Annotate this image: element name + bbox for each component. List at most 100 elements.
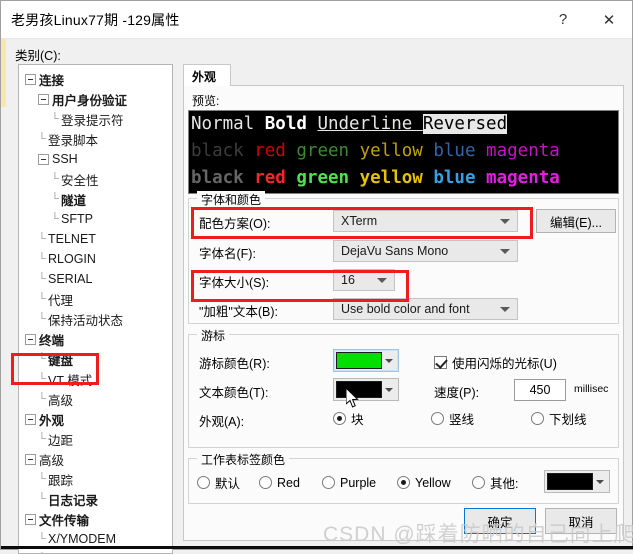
radio-button[interactable]	[197, 476, 210, 489]
preview-segment-0: Normal	[191, 114, 265, 134]
tab-color-option-0[interactable]: 默认	[197, 473, 259, 492]
tree-toggle-icon[interactable]	[25, 453, 36, 465]
tab-color-option-3[interactable]: Yellow	[397, 476, 472, 490]
radio-button[interactable]	[397, 476, 410, 489]
tree-branch-icon: └	[51, 213, 59, 225]
text-color-swatch[interactable]	[333, 378, 399, 401]
speed-input[interactable]: 450	[514, 379, 566, 401]
tree-toggle-icon[interactable]	[25, 333, 36, 345]
preview-segment-5: magenta	[486, 168, 560, 188]
tree-item-label: 高级	[48, 393, 74, 408]
cursor-shape-option-2[interactable]: 下划线	[531, 409, 621, 428]
tree-item-label: 保持活动状态	[48, 313, 124, 328]
cursor-shape-radio-group[interactable]: 块 竖线 下划线	[333, 409, 623, 428]
tree-branch-icon: └	[38, 293, 46, 305]
radio-button[interactable]	[333, 412, 346, 425]
bold-text-combo[interactable]: Use bold color and font	[333, 298, 518, 320]
preview-segment-1: red	[254, 141, 297, 161]
tree-item-16[interactable]: └ 高级	[21, 389, 172, 409]
cursor-group-legend: 游标	[197, 327, 230, 344]
boldtext-label: "加粗"文本(B):	[199, 301, 339, 320]
color-scheme-value: XTerm	[341, 214, 378, 228]
category-tree[interactable]: 连接 用户身份验证 └ 登录提示符 └ 登录脚本 SSH └ 安全性 └ 隧道 └ SFTP └ TELNE…	[18, 64, 173, 554]
tree-item-label: RLOGIN	[48, 252, 96, 266]
tree-item-13[interactable]: 终端	[21, 329, 172, 349]
blink-checkbox-row[interactable]: 使用闪烁的光标(U)	[434, 353, 557, 372]
radio-button[interactable]	[259, 476, 272, 489]
tree-branch-icon: └	[38, 273, 46, 285]
chevron-down-icon	[500, 249, 510, 254]
tab-strip: 外观	[183, 64, 624, 86]
tab-color-option-4[interactable]: 其他:	[472, 473, 532, 492]
radio-button[interactable]	[322, 476, 335, 489]
tree-item-10[interactable]: └ SERIAL	[21, 269, 172, 289]
preview-segment-4: blue	[433, 168, 487, 188]
chevron-down-icon[interactable]	[593, 472, 607, 491]
preview-segment-3: Reversed	[422, 114, 508, 134]
tree-item-4[interactable]: SSH	[21, 149, 172, 169]
tree-item-1[interactable]: 用户身份验证	[21, 89, 172, 109]
tab-appearance[interactable]: 外观	[183, 64, 232, 86]
tree-toggle-icon[interactable]	[25, 513, 36, 525]
appearance-panel: 预览: Normal Bold Underline Reversed black…	[183, 86, 624, 541]
tree-item-label: 连接	[39, 73, 65, 88]
cursor-color-chip	[336, 352, 382, 369]
tree-toggle-icon[interactable]	[38, 153, 49, 165]
close-button[interactable]: ✕	[586, 1, 632, 39]
tree-toggle-icon[interactable]	[25, 73, 36, 85]
tree-item-20[interactable]: └ 跟踪	[21, 469, 172, 489]
tree-item-label: 高级	[39, 453, 65, 468]
preview-row-bold-colors: black red green yellow blue magenta	[189, 165, 618, 192]
font-size-combo[interactable]: 16	[333, 269, 395, 291]
edit-scheme-button[interactable]: 编辑(E)...	[536, 209, 616, 233]
radio-button[interactable]	[431, 412, 444, 425]
font-name-combo[interactable]: DejaVu Sans Mono	[333, 240, 518, 262]
tree-item-19[interactable]: 高级	[21, 449, 172, 469]
tree-item-3[interactable]: └ 登录脚本	[21, 129, 172, 149]
tab-color-option-1[interactable]: Red	[259, 476, 322, 490]
fontname-label: 字体名(F):	[199, 243, 339, 262]
tree-item-11[interactable]: └ 代理	[21, 289, 172, 309]
color-scheme-combo[interactable]: XTerm	[333, 210, 518, 232]
help-button[interactable]: ?	[540, 1, 586, 39]
tree-item-5[interactable]: └ 安全性	[21, 169, 172, 189]
tree-item-21[interactable]: └ 日志记录	[21, 489, 172, 509]
preview-segment-2: green	[296, 168, 360, 188]
chevron-down-icon[interactable]	[382, 380, 396, 399]
tree-item-18[interactable]: └ 边距	[21, 429, 172, 449]
custom-tab-color-swatch[interactable]	[544, 470, 610, 493]
tree-item-12[interactable]: └ 保持活动状态	[21, 309, 172, 329]
cursor-shape-option-0[interactable]: 块	[333, 409, 431, 428]
tree-item-2[interactable]: └ 登录提示符	[21, 109, 172, 129]
font-name-value: DejaVu Sans Mono	[341, 244, 449, 258]
radio-label: 下划线	[549, 413, 587, 427]
cursor-shape-option-1[interactable]: 竖线	[431, 409, 531, 428]
speed-label: 速度(P):	[434, 382, 479, 401]
tab-color-option-2[interactable]: Purple	[322, 476, 397, 490]
tree-branch-icon: └	[51, 113, 59, 125]
tree-item-22[interactable]: 文件传输	[21, 509, 172, 529]
tree-item-14[interactable]: └ 键盘	[21, 349, 172, 369]
preview-segment-4: blue	[433, 141, 487, 161]
radio-button[interactable]	[531, 412, 544, 425]
tree-item-8[interactable]: └ TELNET	[21, 229, 172, 249]
tree-toggle-icon[interactable]	[25, 413, 36, 425]
radio-button[interactable]	[472, 476, 485, 489]
tree-item-15[interactable]: └ VT 模式	[21, 369, 172, 389]
tree-item-0[interactable]: 连接	[21, 69, 172, 89]
chevron-down-icon[interactable]	[382, 351, 396, 370]
csdn-watermark: CSDN @踩着防晒的自己向上爬	[323, 523, 633, 546]
tree-item-7[interactable]: └ SFTP	[21, 209, 172, 229]
preview-row-normal-colors: black red green yellow blue magenta	[189, 138, 618, 165]
blink-checkbox[interactable]	[434, 356, 447, 369]
scheme-label-text: 配色方案(O):	[199, 217, 271, 231]
cursor-color-swatch[interactable]	[333, 349, 399, 372]
radio-label: Yellow	[415, 475, 451, 490]
preview-segment-3: yellow	[359, 168, 434, 188]
tree-item-9[interactable]: └ RLOGIN	[21, 249, 172, 269]
tree-toggle-icon[interactable]	[38, 93, 49, 105]
tree-item-17[interactable]: 外观	[21, 409, 172, 429]
tree-item-6[interactable]: └ 隧道	[21, 189, 172, 209]
tree-branch-icon: └	[51, 193, 59, 205]
tab-color-radio-group[interactable]: 默认 Red Purple Yellow 其他:	[197, 473, 532, 492]
